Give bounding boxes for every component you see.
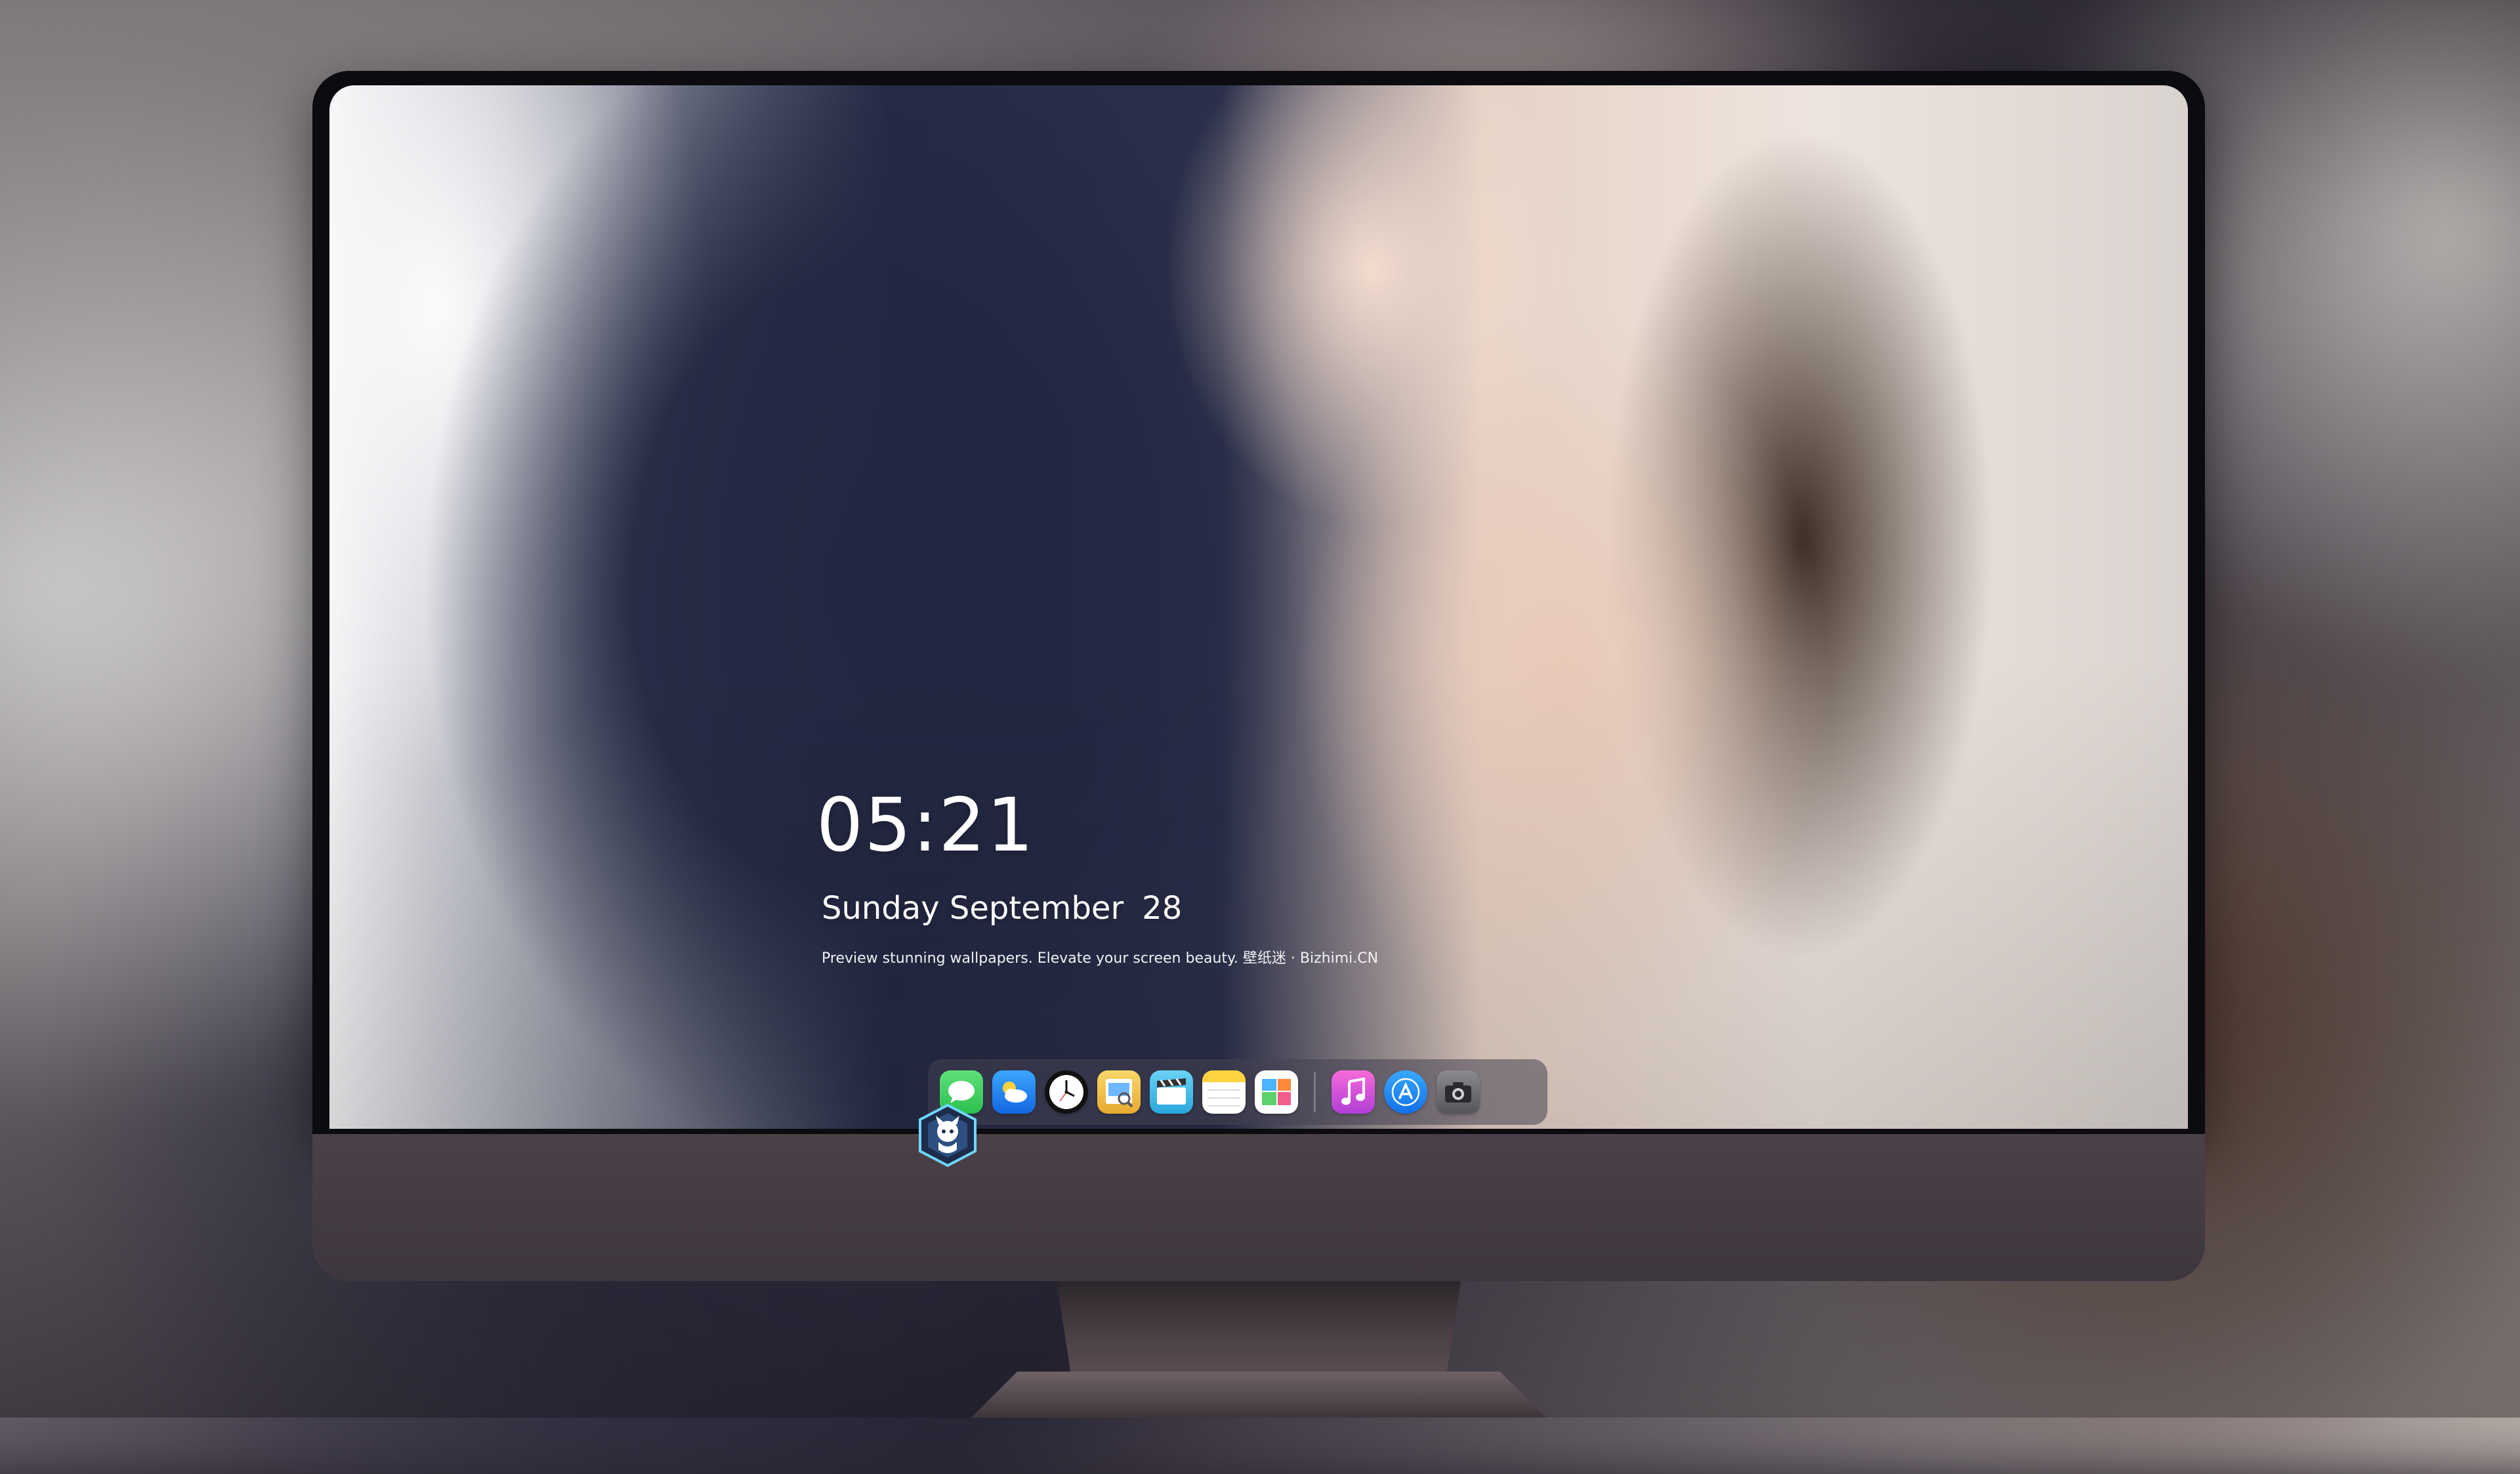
music-icon[interactable] [1332, 1070, 1375, 1114]
weather-icon[interactable] [992, 1070, 1036, 1114]
screen-vignette [329, 85, 2188, 1129]
clock-icon[interactable] [1045, 1070, 1088, 1114]
notes-icon[interactable] [1202, 1070, 1246, 1114]
date-text: Sunday September [822, 890, 1124, 927]
monitor-stand-neck [1057, 1281, 1461, 1386]
dock-separator [1314, 1072, 1316, 1112]
photo-gallery-icon[interactable] [1255, 1070, 1298, 1114]
clapper-icon[interactable] [1150, 1070, 1193, 1114]
monitor-chin [312, 1134, 2205, 1281]
brand-logo-icon [915, 1103, 980, 1168]
dock [928, 1059, 1547, 1125]
lock-screen[interactable]: 05:21 Sunday September 28 Preview stunnin… [329, 85, 2188, 1129]
monitor: 05:21 Sunday September 28 Preview stunnin… [312, 71, 2205, 1281]
app-store-icon[interactable] [1384, 1070, 1427, 1114]
lock-screen-time: 05:21 [816, 783, 1035, 868]
monitor-stand-base [971, 1372, 1546, 1418]
preview-icon[interactable] [1097, 1070, 1141, 1114]
lock-screen-tagline: Preview stunning wallpapers. Elevate you… [822, 950, 1379, 967]
camera-icon[interactable] [1437, 1070, 1480, 1114]
date-day-number: 28 [1142, 890, 1183, 927]
lock-screen-date: Sunday September 28 [822, 893, 1182, 924]
